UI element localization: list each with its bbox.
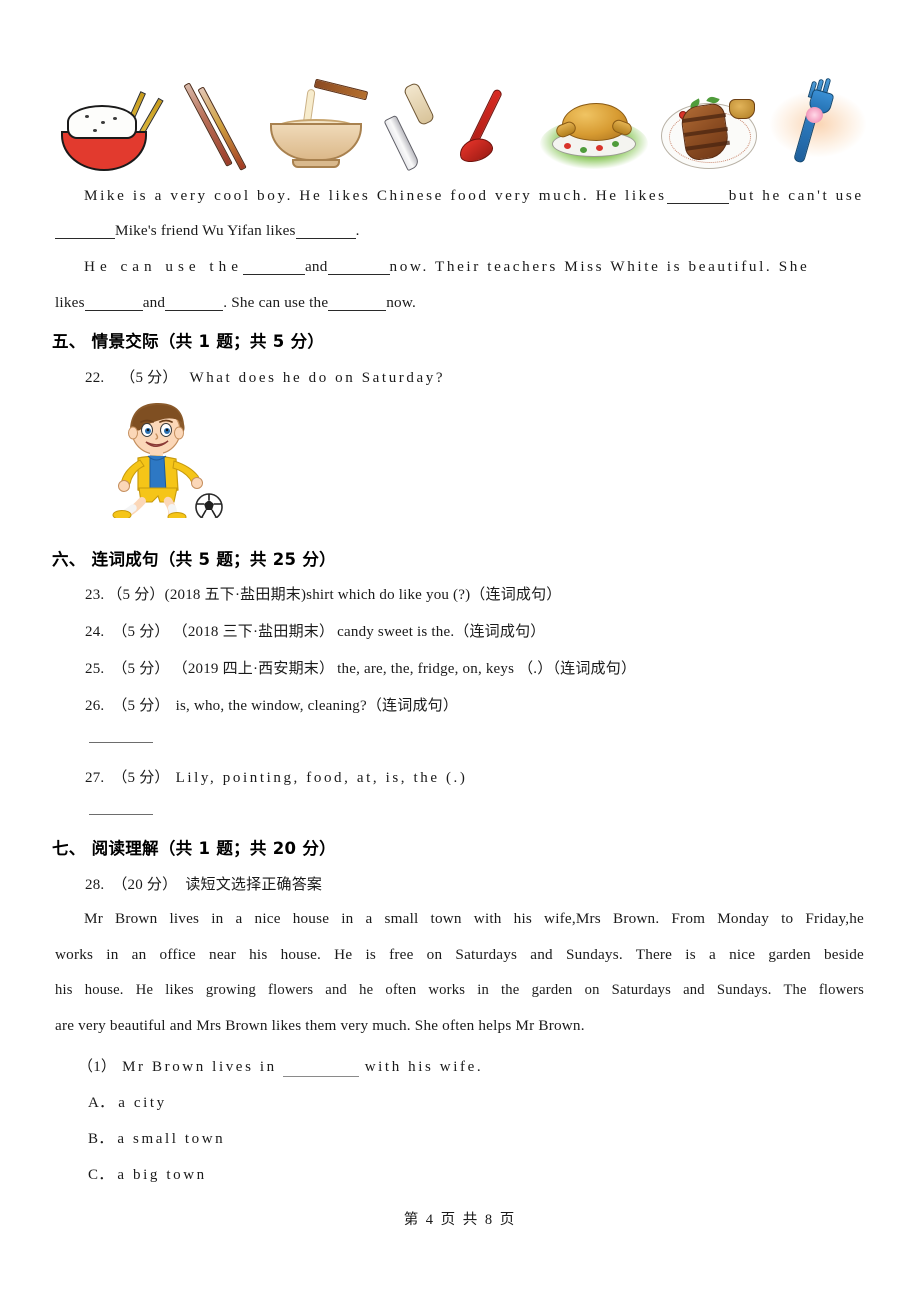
question-23-text: shirt which do like you (?)（连词成句） (306, 587, 562, 603)
option-b[interactable]: B． a small town (88, 1127, 225, 1148)
sub-question-1: （1） Mr Brown lives in with his wife. (78, 1055, 483, 1077)
question-25-number: 25. (85, 661, 105, 677)
passage-line-1: Mr Brown lives in a nice house in a smal… (84, 910, 864, 927)
cloze-blank-5 (327, 259, 390, 276)
exam-page: Mike is a very cool boy. He likes Chines… (0, 0, 920, 1302)
question-27-number: 27. (85, 770, 105, 786)
rice-bowl-with-chopsticks-image (55, 91, 164, 173)
food-image-strip (55, 48, 866, 173)
steak-plate-image (653, 81, 770, 173)
option-c[interactable]: C． a big town (88, 1163, 207, 1184)
question-23-source: (2018 五下·盐田期末) (164, 587, 307, 603)
red-spoon-image (455, 83, 534, 173)
question-25-text: the, are, the, fridge, on, keys （.）（连词成句… (337, 661, 637, 677)
noodle-bowl-image (258, 78, 377, 173)
sub-question-1-number: （1） (78, 1059, 117, 1075)
question-25-score: （5 分） (112, 661, 170, 677)
cloze-blank-7 (165, 295, 224, 312)
question-27: 27. （5 分） Lily, pointing, food, at, is, th… (85, 766, 468, 787)
option-b-letter: B． (88, 1131, 114, 1147)
question-23-score: （5 分） (107, 587, 165, 603)
roast-chicken-image (534, 81, 653, 173)
question-26: 26. （5 分） is, who, the window, cleaning?（连… (85, 694, 458, 715)
question-26-number: 26. (85, 698, 105, 714)
cloze-line-2-end: . (355, 222, 360, 239)
cloze-line-4-a: likes (55, 294, 85, 311)
question-22-score: （5 分） (120, 370, 178, 386)
sub-question-1-stem-before: Mr Brown lives in (122, 1059, 277, 1075)
option-b-text: a small town (117, 1131, 226, 1147)
cloze-line-3-and: and (304, 258, 328, 275)
question-25-source: （2019 四上·西安期末） (172, 661, 335, 677)
chopsticks-image (159, 82, 258, 173)
question-22-number: 22. (85, 370, 105, 386)
question-24-score: （5 分） (112, 624, 170, 640)
passage-line-2: works in an office near his house. He is… (55, 946, 864, 963)
section-heading-situational-communication: 五、 情景交际（共 1 题；共 5 分） (52, 332, 325, 351)
cloze-line-3-b: now. Their teachers Miss White is beauti… (389, 258, 810, 275)
cloze-blank-3 (295, 223, 356, 240)
cloze-blank-8 (328, 295, 387, 312)
question-26-text: is, who, the window, cleaning?（连词成句） (175, 698, 459, 714)
cloze-line-1-tail: but he can't use (728, 187, 864, 204)
cloze-line-2-text: Mike's friend Wu Yifan likes (115, 222, 296, 239)
question-22-text: What does he do on Saturday? (189, 370, 446, 386)
question-24-text: candy sweet is the.（连词成句） (337, 624, 546, 640)
cloze-line-1-text: Mike is a very cool boy. He likes Chines… (84, 187, 667, 204)
cloze-line-2: Mike's friend Wu Yifan likes . (55, 222, 360, 240)
question-25: 25. （5 分） （2019 四上·西安期末） the, are, the, fri… (85, 657, 636, 678)
cloze-blank-6 (84, 295, 143, 312)
cloze-line-3: He can use the and now. Their teachers M… (84, 258, 810, 276)
question-24: 24. （5 分） （2018 三下·盐田期末） candy sweet is the… (85, 620, 545, 641)
question-28-text: 读短文选择正确答案 (185, 877, 323, 893)
question-24-number: 24. (85, 624, 105, 640)
knife-image (377, 81, 454, 173)
question-27-text: Lily, pointing, food, at, is, the (.) (175, 770, 468, 786)
cloze-line-4-b: . She can use the (223, 294, 329, 311)
option-a-text: a city (118, 1095, 167, 1111)
cloze-line-4-and: and (142, 294, 166, 311)
cloze-line-4: likes and . She can use the now. (55, 294, 417, 312)
cloze-blank-4 (242, 259, 305, 276)
page-footer: 第 4 页 共 8 页 (403, 1212, 517, 1228)
answer-line-27[interactable] (89, 814, 153, 815)
sub-question-1-stem-after: with his wife. (364, 1059, 484, 1075)
blue-fork-image (769, 77, 866, 173)
option-a[interactable]: A． a city (88, 1091, 167, 1112)
section-heading-reading-comprehension: 七、 阅读理解（共 1 题；共 20 分） (52, 839, 336, 858)
question-28-score: （20 分） (112, 877, 178, 893)
question-22: 22. （5 分） What does he do on Saturday? (85, 366, 445, 387)
sub-question-1-blank (282, 1059, 359, 1077)
answer-line-26[interactable] (89, 742, 153, 743)
question-23: 23. （5 分）(2018 五下·盐田期末)shirt which do lik… (85, 583, 562, 604)
cloze-line-3-a: He can use the (84, 258, 243, 275)
question-27-score: （5 分） (112, 770, 170, 786)
option-c-text: a big town (117, 1167, 207, 1183)
passage-line-3: his house. He likes growing flowers and … (55, 982, 864, 998)
question-28-number: 28. (85, 877, 105, 893)
question-24-source: （2018 三下·盐田期末） (172, 624, 335, 640)
question-23-number: 23. (85, 587, 105, 603)
cloze-blank-2 (55, 223, 115, 240)
option-a-letter: A． (88, 1095, 115, 1111)
question-26-score: （5 分） (112, 698, 170, 714)
option-c-letter: C． (88, 1167, 114, 1183)
cloze-line-1: Mike is a very cool boy. He likes Chines… (84, 187, 864, 205)
section-heading-sentence-making: 六、 连词成句（共 5 题；共 25 分） (52, 550, 336, 569)
cloze-line-4-c: now. (386, 294, 417, 311)
passage-line-4: are very beautiful and Mrs Brown likes t… (55, 1017, 585, 1034)
boy-playing-soccer-image (100, 398, 230, 523)
question-28: 28. （20 分） 读短文选择正确答案 (85, 873, 322, 894)
cloze-blank-1 (666, 188, 729, 205)
